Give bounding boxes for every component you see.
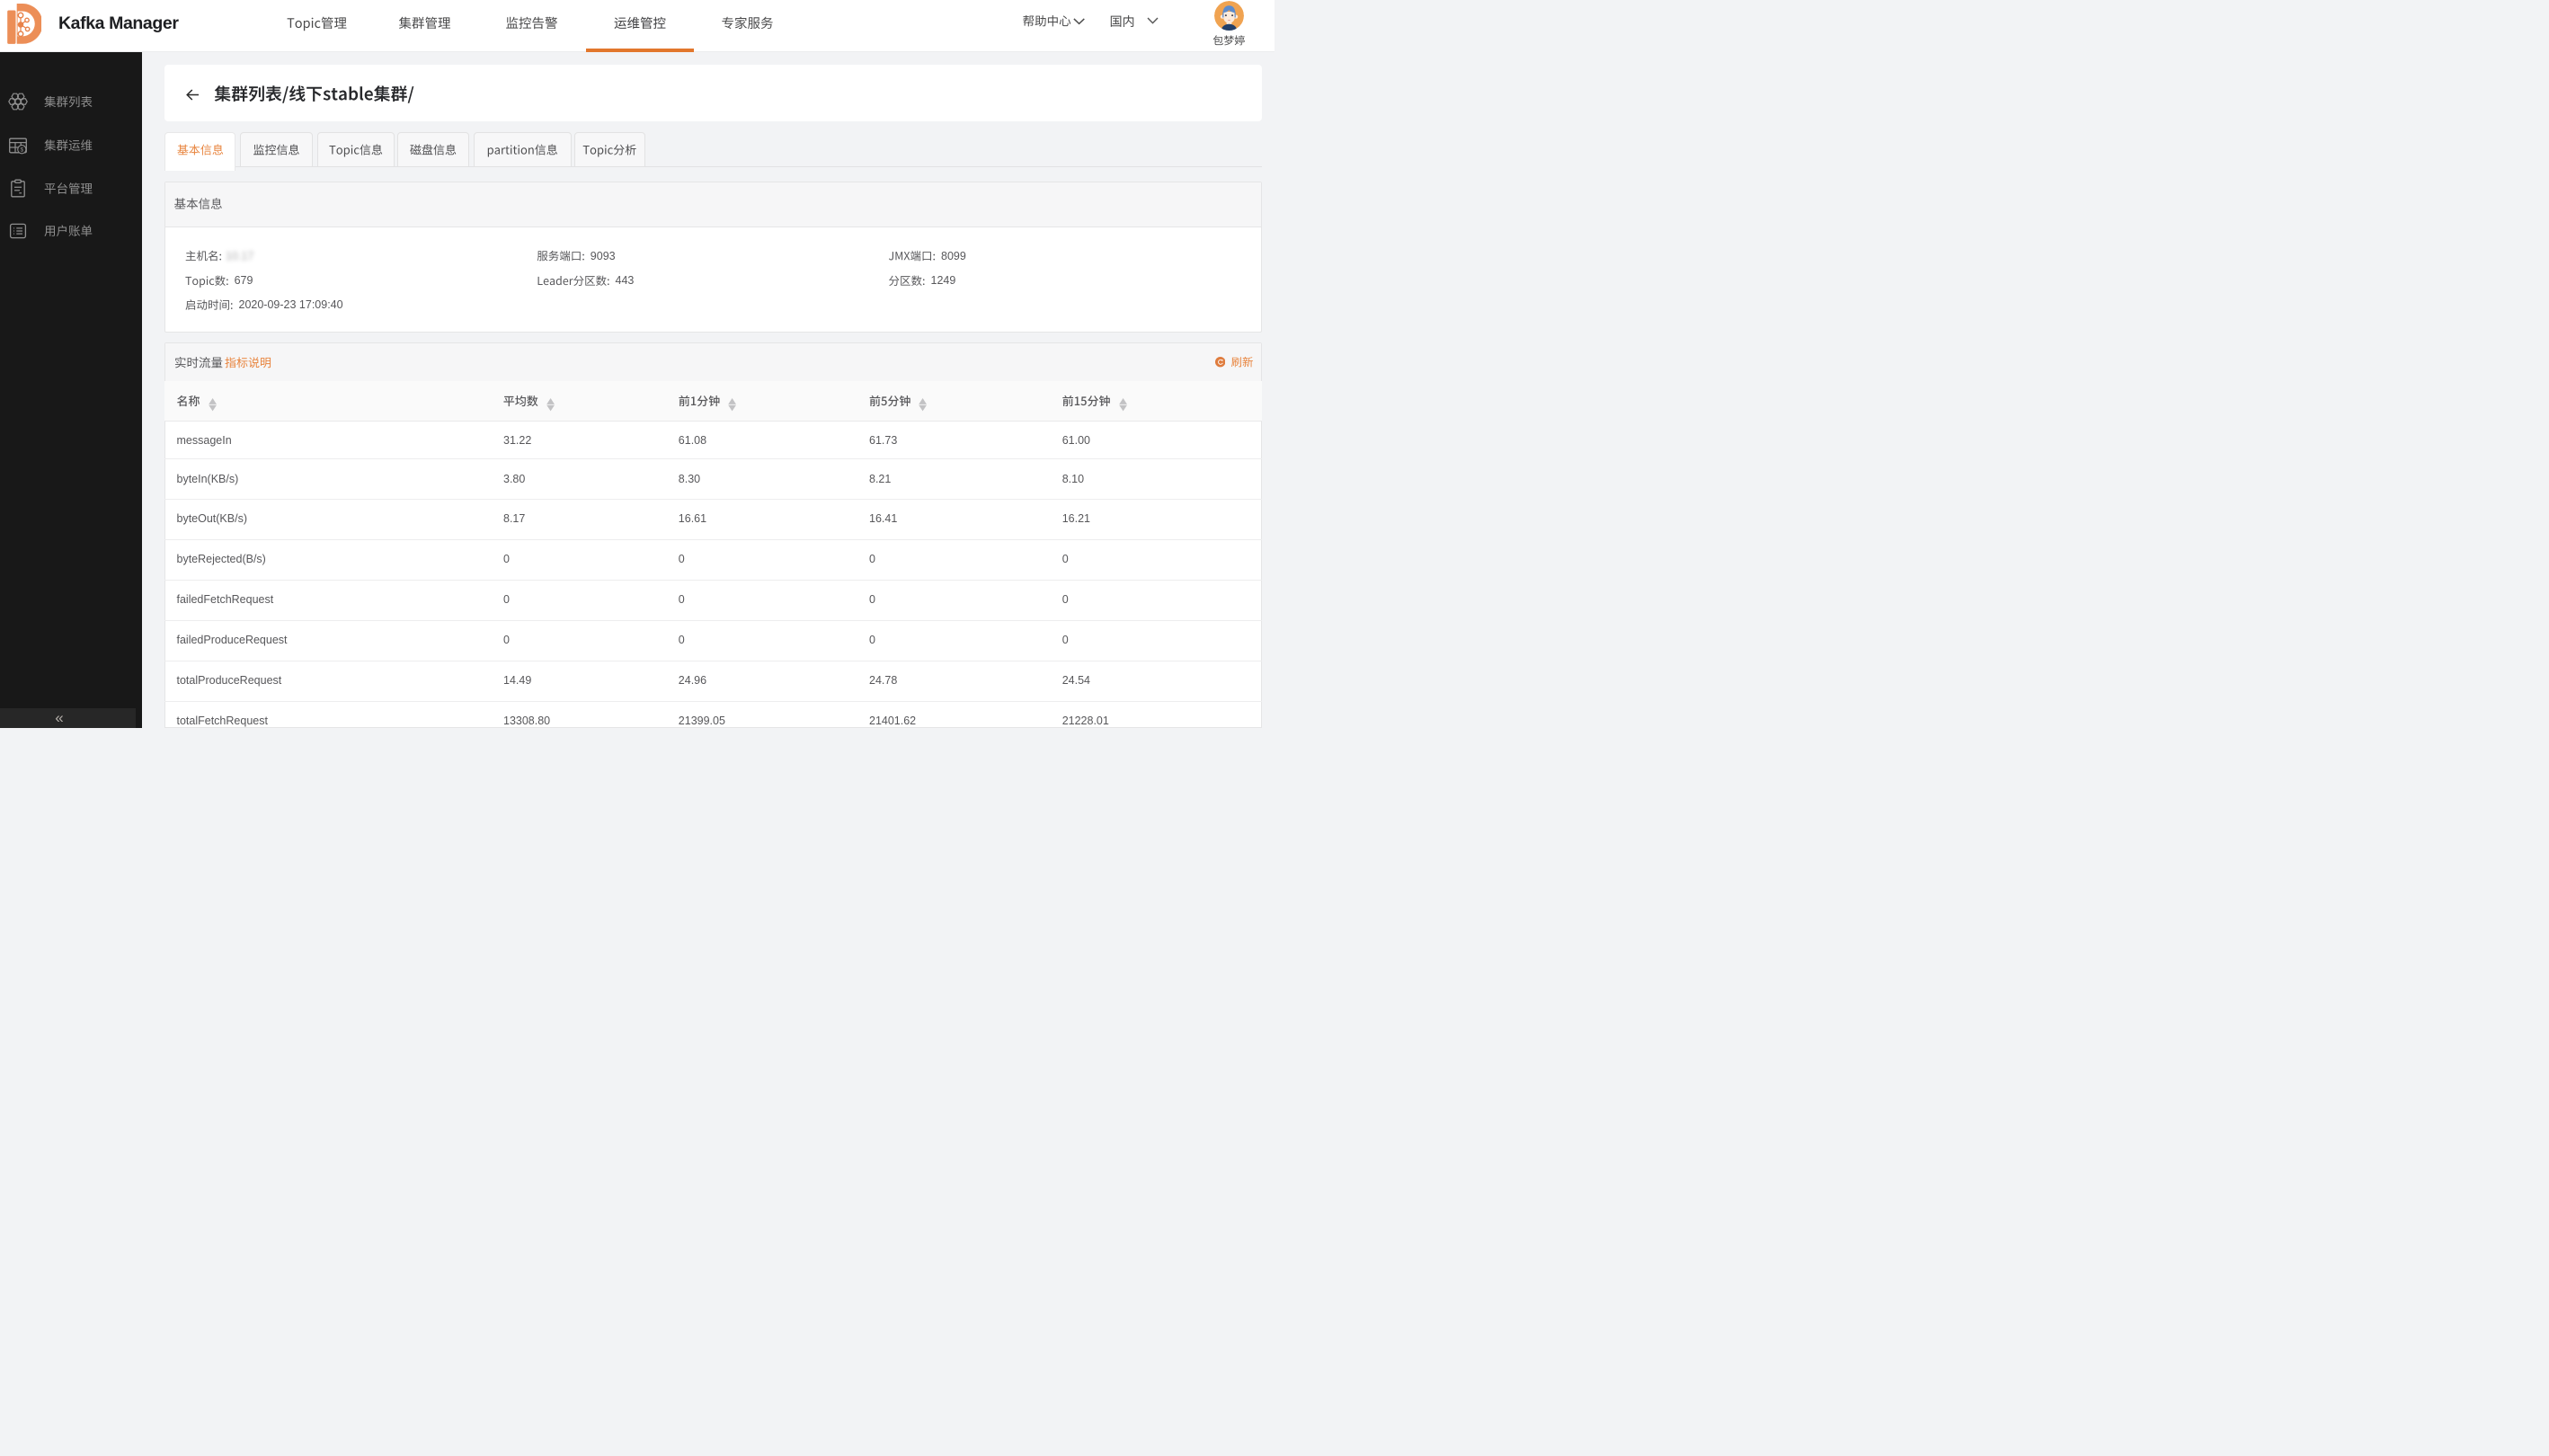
svg-text:$: $ — [20, 146, 23, 153]
